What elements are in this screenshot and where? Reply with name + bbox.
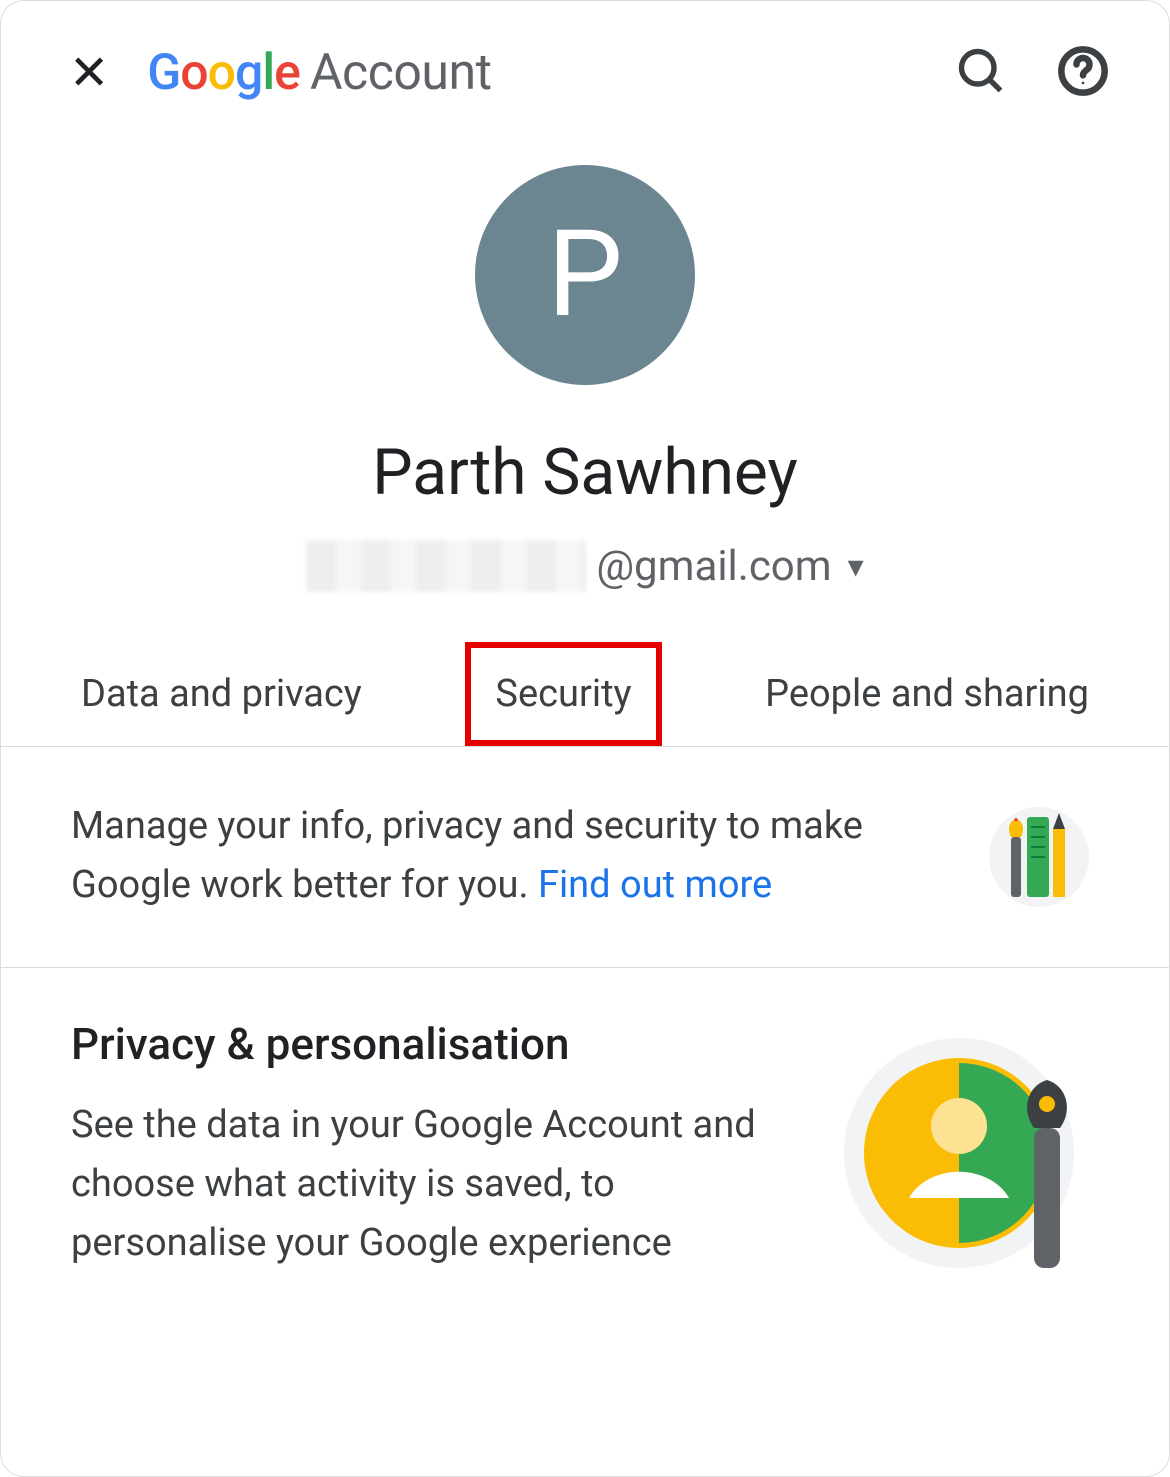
privacy-illustration-icon (839, 1018, 1099, 1278)
app-header: ✕ Google Account (1, 1, 1169, 125)
close-icon: ✕ (69, 44, 109, 101)
email-domain: @gmail.com (596, 542, 831, 591)
tab-label: Data and privacy (81, 672, 362, 716)
tab-data-and-privacy[interactable]: Data and privacy (71, 642, 372, 746)
tab-bar: Data and privacy Security People and sha… (1, 642, 1169, 747)
privacy-desc: See the data in your Google Account and … (71, 1096, 799, 1273)
chevron-down-icon: ▾ (848, 547, 864, 585)
google-wordmark: Google (147, 44, 300, 102)
privacy-title: Privacy & personalisation (71, 1018, 799, 1070)
account-label: Account (310, 44, 492, 102)
account-switcher[interactable]: @gmail.com ▾ (306, 540, 863, 592)
intro-text: Manage your info, privacy and security t… (71, 797, 939, 915)
profile-section: P Parth Sawhney @gmail.com ▾ (1, 125, 1169, 642)
find-out-more-link[interactable]: Find out more (538, 863, 772, 907)
tab-people-and-sharing[interactable]: People and sharing (755, 642, 1099, 746)
close-button[interactable]: ✕ (61, 41, 117, 105)
help-icon (1057, 45, 1109, 97)
intro-section: Manage your info, privacy and security t… (1, 747, 1169, 968)
privacy-personalisation-section: Privacy & personalisation See the data i… (1, 968, 1169, 1328)
avatar-initial: P (547, 205, 623, 345)
tab-label: Security (495, 672, 631, 716)
tab-label: People and sharing (765, 672, 1089, 716)
help-button[interactable] (1057, 45, 1109, 101)
email-local-redacted (306, 540, 586, 592)
avatar[interactable]: P (475, 165, 695, 385)
search-button[interactable] (955, 45, 1007, 101)
tab-security[interactable]: Security (465, 642, 661, 746)
search-icon (955, 45, 1007, 97)
google-account-logo: Google Account (147, 44, 925, 102)
tools-illustration-icon (979, 797, 1099, 917)
display-name: Parth Sawhney (372, 435, 797, 510)
